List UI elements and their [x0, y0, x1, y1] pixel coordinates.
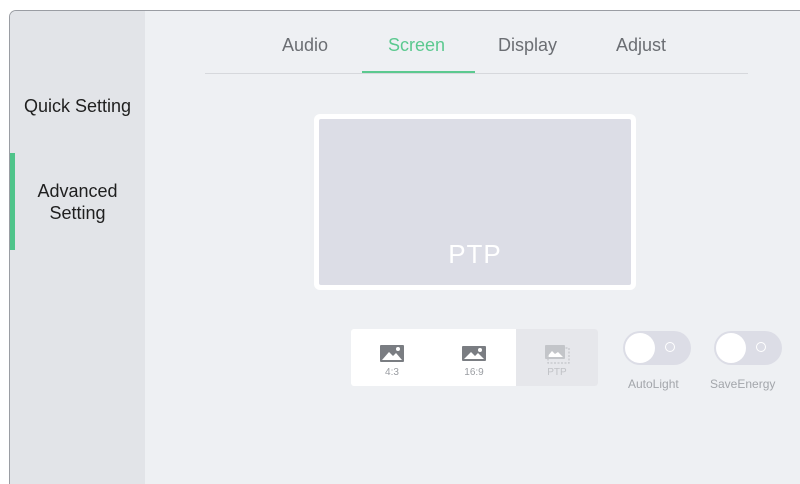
tab-adjust[interactable]: Adjust	[616, 35, 666, 56]
preview-mode-label: PTP	[448, 239, 502, 269]
toggle-off-indicator-icon	[756, 342, 766, 352]
aspect-4-3-label: 4:3	[385, 367, 399, 378]
settings-window: Quick Setting Advanced Setting Audio Scr…	[9, 10, 800, 484]
sidebar-item-label-line2: Setting	[49, 203, 106, 223]
screen-preview-area: PTP	[319, 119, 631, 285]
screen-preview: PTP	[314, 114, 636, 290]
sidebar-item-label: Quick Setting	[23, 96, 132, 116]
sidebar-item-label-line1: Advanced	[37, 181, 118, 201]
aspect-16-9-button[interactable]: 16:9	[433, 329, 515, 386]
aspect-ptp-label: PTP	[547, 367, 567, 378]
aspect-16-9-label: 16:9	[464, 367, 484, 378]
saveenergy-toggle[interactable]	[714, 331, 782, 365]
sidebar-item-quick-setting[interactable]: Quick Setting	[10, 95, 145, 117]
image-crop-icon	[545, 345, 570, 364]
sidebar-item-advanced-setting[interactable]: Advanced Setting	[10, 180, 145, 224]
aspect-4-3-button[interactable]: 4:3	[351, 329, 433, 386]
active-tab-underline	[362, 71, 475, 73]
image-icon	[380, 345, 404, 362]
saveenergy-label: SaveEnergy	[710, 377, 776, 391]
image-icon	[462, 346, 486, 361]
aspect-ratio-selector: 4:3 16:9 PTP	[351, 329, 598, 386]
tab-display[interactable]: Display	[498, 35, 557, 56]
autolight-toggle[interactable]	[623, 331, 691, 365]
toggle-knob	[625, 333, 655, 363]
sidebar: Quick Setting Advanced Setting	[10, 11, 145, 484]
tab-bar: Audio Screen Display Adjust	[205, 29, 748, 74]
autolight-label: AutoLight	[628, 377, 679, 391]
toggle-off-indicator-icon	[665, 342, 675, 352]
tab-audio[interactable]: Audio	[282, 35, 328, 56]
aspect-ptp-button[interactable]: PTP	[516, 329, 598, 386]
toggle-knob	[716, 333, 746, 363]
tab-screen[interactable]: Screen	[388, 35, 445, 56]
